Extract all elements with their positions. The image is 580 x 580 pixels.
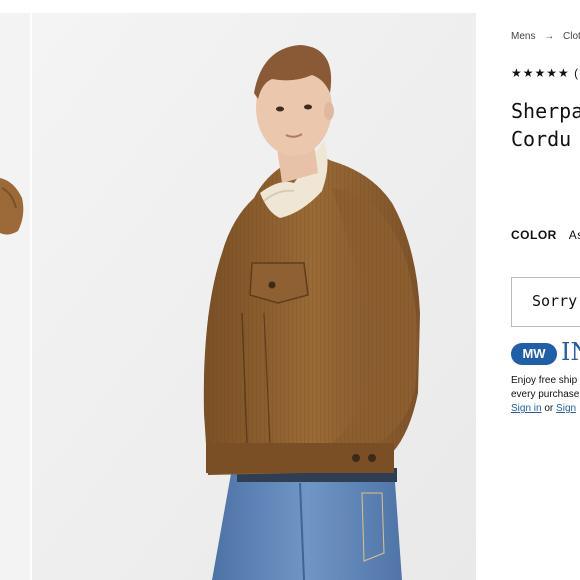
insider-promo-text: Enjoy free ship every purchase bbox=[511, 374, 579, 402]
product-main-image[interactable] bbox=[32, 13, 476, 580]
promo-line-2: every purchase bbox=[511, 389, 580, 400]
top-strip bbox=[0, 0, 580, 13]
sign-up-link[interactable]: Sign bbox=[556, 403, 576, 414]
jacket-sleeve-image bbox=[0, 13, 30, 580]
product-title-line-1: Sherpa bbox=[511, 99, 580, 123]
or-text: or bbox=[544, 403, 554, 414]
color-label: COLOR bbox=[511, 228, 557, 242]
account-links: Sign in or Sign bbox=[511, 403, 576, 414]
breadcrumb-item-clothing[interactable]: Cloth bbox=[563, 31, 580, 42]
availability-message-box: Sorry bbox=[511, 277, 580, 327]
promo-line-1: Enjoy free ship bbox=[511, 375, 578, 386]
breadcrumb-arrow-icon: → bbox=[544, 31, 555, 42]
product-title-line-2: Cordu bbox=[511, 127, 572, 151]
product-info-panel: Mens → Cloth ★★★★★ ( Sherpa Cordu COLOR … bbox=[476, 13, 580, 580]
mw-insider-logo-badge: MW bbox=[511, 343, 557, 365]
product-title: Sherpa Cordu bbox=[511, 97, 580, 153]
insider-program-title: IN bbox=[561, 338, 580, 366]
breadcrumb: Mens → Cloth bbox=[511, 31, 580, 42]
rating-stars-icon: ★★★★★ bbox=[511, 66, 570, 80]
color-selector: COLOR As bbox=[511, 228, 580, 242]
color-value: As bbox=[568, 228, 580, 242]
model-wearing-jacket-image bbox=[32, 13, 476, 580]
rating-count: ( bbox=[574, 66, 580, 80]
sign-in-link[interactable]: Sign in bbox=[511, 403, 542, 414]
sold-out-message: Sorry bbox=[532, 292, 578, 310]
rating[interactable]: ★★★★★ ( bbox=[511, 66, 579, 80]
previous-image-thumbnail[interactable] bbox=[0, 13, 30, 580]
breadcrumb-item-mens[interactable]: Mens bbox=[511, 31, 535, 42]
